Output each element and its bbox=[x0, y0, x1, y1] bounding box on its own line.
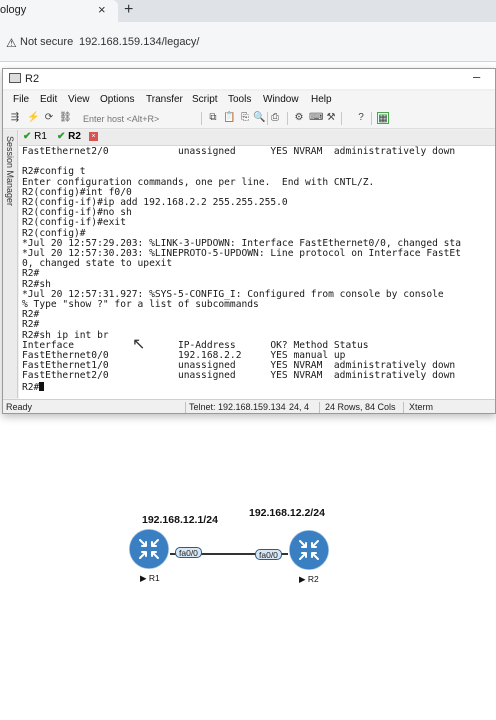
menu-transfer[interactable]: Transfer bbox=[146, 94, 183, 105]
terminal-window: R2 – File Edit View Options Transfer Scr… bbox=[2, 68, 496, 414]
session-manager-label[interactable]: Session Manager bbox=[5, 136, 15, 206]
reconnect-icon[interactable]: ⟳ bbox=[43, 112, 55, 124]
status-ready: Ready bbox=[6, 402, 33, 412]
menu-tools[interactable]: Tools bbox=[228, 94, 251, 105]
menu-options[interactable]: Options bbox=[100, 94, 134, 105]
new-tab-button[interactable]: + bbox=[124, 1, 133, 19]
router-r2-icon[interactable] bbox=[288, 529, 330, 571]
session-tab-r2[interactable]: ✔ R2 bbox=[57, 131, 81, 144]
menu-edit[interactable]: Edit bbox=[40, 94, 57, 105]
text-cursor bbox=[39, 381, 45, 391]
status-divider bbox=[403, 402, 404, 413]
mouse-cursor-icon: ↖ bbox=[132, 336, 146, 353]
browser-tab-strip: ology × + bbox=[0, 0, 496, 22]
close-tab-icon[interactable]: × bbox=[89, 132, 98, 141]
host-input[interactable] bbox=[83, 112, 199, 126]
terminal-prompt-line: R2# bbox=[22, 381, 45, 393]
menu-window[interactable]: Window bbox=[263, 94, 299, 105]
help-icon[interactable]: ? bbox=[355, 112, 367, 124]
menu-script[interactable]: Script bbox=[192, 94, 218, 105]
router-r1-icon[interactable] bbox=[128, 528, 170, 570]
status-terminal-type: Xterm bbox=[409, 402, 434, 412]
toolbar-divider bbox=[341, 112, 342, 125]
status-cursor-position: 24, 4 bbox=[289, 402, 310, 412]
terminal-output[interactable]: FastEthernet2/0 unassigned YES NVRAM adm… bbox=[19, 145, 495, 399]
toolbar-divider bbox=[287, 112, 288, 125]
settings-icon[interactable]: ⚙ bbox=[293, 112, 305, 124]
keymap-icon[interactable]: ⌨ bbox=[309, 112, 323, 124]
toolbar-divider bbox=[267, 112, 268, 125]
address-bar[interactable]: ⚠ Not secure 192.168.159.134/legacy/ bbox=[0, 22, 496, 62]
session-manager-panel[interactable]: Session Manager bbox=[3, 130, 18, 398]
r2-interface-label[interactable]: fa0/0 bbox=[255, 549, 282, 560]
tab-close-icon[interactable]: × bbox=[98, 2, 106, 17]
status-bar: Ready Telnet: 192.168.159.134 24, 4 24 R… bbox=[3, 399, 495, 413]
session-tab-label: R1 bbox=[34, 131, 47, 142]
menu-file[interactable]: File bbox=[13, 94, 29, 105]
print-icon[interactable]: ⎙ bbox=[269, 112, 281, 124]
minimize-button[interactable]: – bbox=[473, 69, 480, 84]
find-icon[interactable]: 🔍 bbox=[253, 112, 265, 124]
r1-node-name[interactable]: ▶ R1 bbox=[140, 573, 160, 584]
r2-ip-label: 192.168.12.2/24 bbox=[249, 507, 325, 519]
copy-paste-icon[interactable]: ⎘ bbox=[239, 112, 251, 124]
sftp-icon[interactable]: ⚒ bbox=[325, 112, 337, 124]
disconnect-icon[interactable]: ⛓ bbox=[59, 112, 72, 124]
r2-node-name[interactable]: ▶ R2 bbox=[299, 574, 319, 585]
menu-view[interactable]: View bbox=[68, 94, 90, 105]
status-connection: Telnet: 192.168.159.134 bbox=[189, 402, 286, 412]
status-divider bbox=[319, 402, 320, 413]
tab-title: ology bbox=[0, 4, 27, 16]
terminal-prompt: R2# bbox=[22, 381, 40, 393]
check-icon: ✔ bbox=[57, 131, 66, 142]
toolbar-divider bbox=[371, 112, 372, 125]
window-title: R2 bbox=[25, 73, 40, 85]
terminal-line: % Type "show ?" for a list of subcommand… bbox=[22, 299, 259, 310]
terminal-app-icon bbox=[9, 73, 21, 83]
window-titlebar: R2 – bbox=[3, 69, 495, 89]
session-tab-r1[interactable]: ✔ R1 bbox=[23, 131, 47, 144]
chart-icon[interactable]: ▦ bbox=[377, 112, 389, 124]
url-text[interactable]: 192.168.159.134/legacy/ bbox=[79, 36, 200, 48]
copy-icon[interactable]: ⧉ bbox=[207, 112, 219, 124]
menu-bar: File Edit View Options Transfer Script T… bbox=[3, 91, 495, 109]
browser-tab[interactable]: ology × bbox=[0, 0, 118, 22]
check-icon: ✔ bbox=[23, 131, 32, 142]
session-tabs: ✔ R1 ✔ R2 × bbox=[19, 130, 495, 145]
connect-icon[interactable]: ⇶ bbox=[9, 112, 21, 124]
terminal-line: 0, changed state to upexit bbox=[22, 258, 173, 270]
status-size: 24 Rows, 84 Cols bbox=[325, 402, 396, 412]
r1-interface-label[interactable]: fa0/0 bbox=[175, 547, 202, 558]
toolbar-divider bbox=[201, 112, 202, 125]
menu-help[interactable]: Help bbox=[311, 94, 332, 105]
warning-icon[interactable]: ⚠ bbox=[6, 36, 17, 50]
security-label[interactable]: Not secure bbox=[20, 36, 73, 48]
status-divider bbox=[185, 402, 186, 413]
toolbar: ⇶ ⚡ ⟳ ⛓ ⧉ 📋 ⎘ 🔍 ⎙ ⚙ ⌨ ⚒ ? ▦ bbox=[3, 109, 495, 129]
paste-icon[interactable]: 📋 bbox=[223, 112, 235, 124]
network-topology: 192.168.12.1/24 192.168.12.2/24 fa0/0 fa… bbox=[0, 415, 496, 720]
r1-ip-label: 192.168.12.1/24 bbox=[142, 514, 218, 526]
terminal-line: FastEthernet2/0 unassigned YES NVRAM adm… bbox=[22, 146, 456, 157]
quick-connect-icon[interactable]: ⚡ bbox=[27, 112, 39, 124]
terminal-line: FastEthernet2/0 unassigned YES NVRAM adm… bbox=[22, 370, 456, 382]
session-tab-label: R2 bbox=[68, 131, 81, 142]
